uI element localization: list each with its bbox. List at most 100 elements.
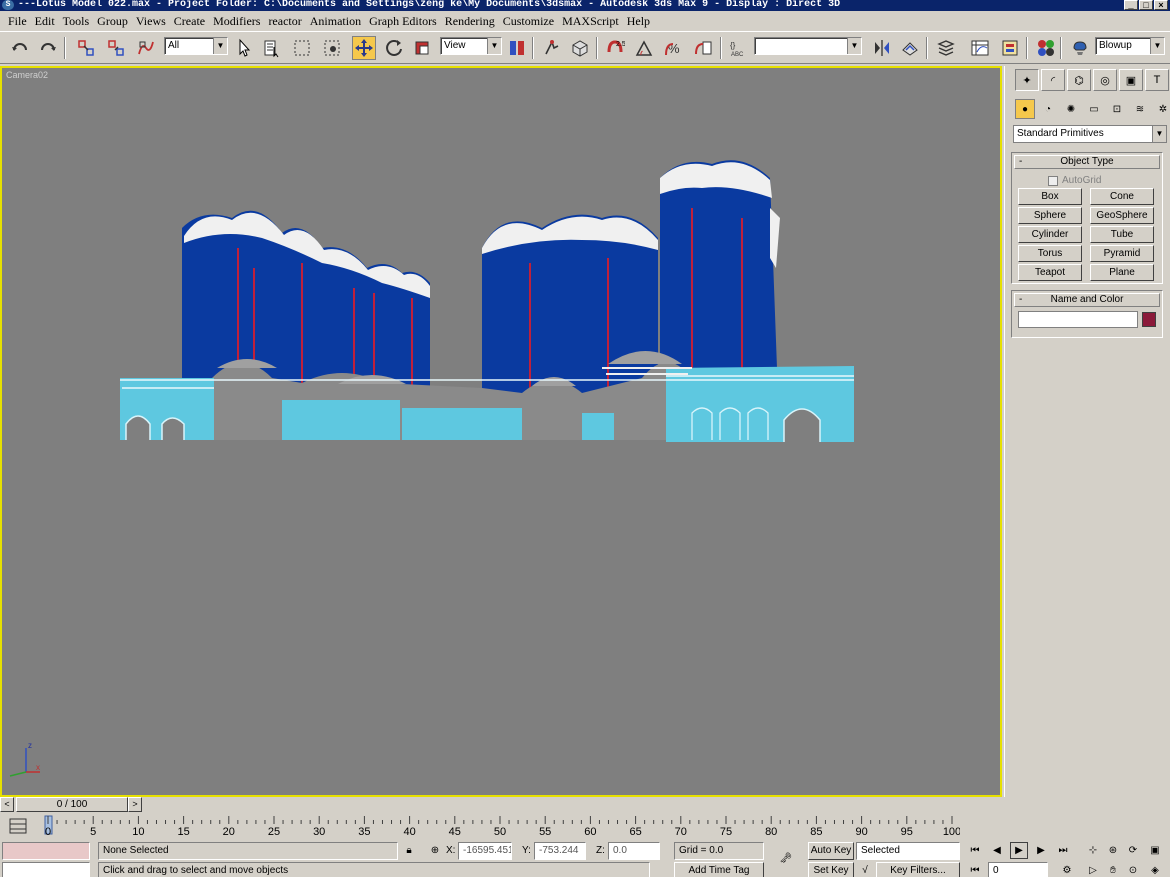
snaps-toggle-icon[interactable]: 2.5 [603, 36, 627, 60]
schematic-view-icon[interactable] [998, 36, 1022, 60]
sphere-button[interactable]: Sphere [1018, 207, 1082, 224]
named-selection-dropdown[interactable]: ▼ [754, 37, 862, 55]
orbit-camera-icon[interactable]: ⟳ [1124, 842, 1142, 859]
zoom-icon[interactable]: ⊹ [1084, 842, 1102, 859]
timeline-ruler[interactable]: 0 5 10 15 20 25 30 35 40 45 50 55 60 65 70 75 80 85 90 95 10… [44, 814, 960, 840]
plane-button[interactable]: Plane [1090, 264, 1154, 281]
menu-help[interactable]: Help [623, 12, 654, 30]
torus-button[interactable]: Torus [1018, 245, 1082, 262]
render-scene-icon[interactable] [1068, 36, 1092, 60]
keyboard-shortcut-override-icon[interactable] [568, 36, 592, 60]
autogrid-checkbox[interactable]: AutoGrid [1048, 175, 1101, 186]
field-of-view-icon[interactable]: ◈ [1146, 862, 1164, 877]
systems-icon[interactable]: ✲ [1153, 99, 1170, 119]
bind-to-space-warp-icon[interactable] [134, 36, 158, 60]
y-coordinate-input[interactable]: -753.244 [534, 842, 586, 860]
geosphere-button[interactable]: GeoSphere [1090, 207, 1154, 224]
menu-animation[interactable]: Animation [306, 12, 365, 30]
default-in-out-tangent-icon[interactable]: √ [856, 862, 874, 877]
absolute-mode-icon[interactable]: ⊕ [426, 842, 444, 859]
motion-tab-icon[interactable]: ◎ [1093, 69, 1117, 91]
app-icon[interactable]: S [2, 0, 14, 10]
render-type-dropdown[interactable]: Blowup ▼ [1095, 37, 1165, 55]
modify-tab-icon[interactable]: ◜ [1041, 69, 1065, 91]
object-name-input[interactable] [1018, 311, 1138, 328]
go-to-end-icon[interactable]: ⏭ [1054, 842, 1072, 859]
minimize-button[interactable]: _ [1124, 0, 1138, 11]
menu-reactor[interactable]: reactor [264, 12, 305, 30]
auto-key-button[interactable]: Auto Key [808, 842, 854, 860]
utilities-tab-icon[interactable]: T [1145, 69, 1169, 91]
previous-frame-icon[interactable]: ◀ [988, 842, 1006, 859]
box-button[interactable]: Box [1018, 188, 1082, 205]
object-color-swatch[interactable] [1142, 312, 1156, 327]
space-warps-icon[interactable]: ≋ [1130, 99, 1150, 119]
time-slider[interactable]: < 0 / 100 > [0, 797, 1002, 814]
set-key-icon[interactable]: 🗝︎ [772, 850, 800, 867]
dolly-camera-icon[interactable]: ▷ [1084, 862, 1102, 877]
teapot-button[interactable]: Teapot [1018, 264, 1082, 281]
select-by-name-icon[interactable] [260, 36, 284, 60]
rectangular-selection-icon[interactable] [290, 36, 314, 60]
primitive-category-dropdown[interactable]: Standard Primitives ▼ [1013, 125, 1167, 143]
unlink-selection-icon[interactable] [104, 36, 128, 60]
key-mode-toggle-icon[interactable]: ⏮ [966, 862, 984, 877]
menu-views[interactable]: Views [132, 12, 170, 30]
helpers-icon[interactable]: ⊡ [1107, 99, 1127, 119]
select-and-rotate-icon[interactable] [382, 36, 406, 60]
percent-snap-toggle-icon[interactable]: % [662, 36, 686, 60]
key-filters-button[interactable]: Key Filters... [876, 862, 960, 877]
create-tab-icon[interactable]: ✦ [1015, 69, 1039, 91]
manipulate-icon[interactable] [540, 36, 564, 60]
edit-named-selection-icon[interactable]: {} ABC [726, 36, 750, 60]
select-and-link-icon[interactable] [74, 36, 98, 60]
menu-tools[interactable]: Tools [59, 12, 94, 30]
set-key-button[interactable]: Set Key [808, 862, 854, 877]
maximize-viewport-icon[interactable]: ▣ [1146, 842, 1164, 859]
lights-icon[interactable]: ✺ [1061, 99, 1081, 119]
align-icon[interactable] [898, 36, 922, 60]
mini-curve-editor-icon[interactable] [8, 817, 30, 835]
zoom-all-icon[interactable]: ⊛ [1104, 842, 1122, 859]
menu-create[interactable]: Create [170, 12, 209, 30]
menu-edit[interactable]: Edit [31, 12, 59, 30]
menu-graph-editors[interactable]: Graph Editors [365, 12, 441, 30]
roll-camera-icon[interactable]: ⊙ [1124, 862, 1142, 877]
time-slider-next-icon[interactable]: > [128, 797, 142, 812]
maxscript-listener-input[interactable] [2, 862, 90, 877]
menu-rendering[interactable]: Rendering [441, 12, 499, 30]
object-type-header[interactable]: - Object Type [1014, 155, 1160, 169]
menu-modifiers[interactable]: Modifiers [209, 12, 264, 30]
time-slider-thumb[interactable]: 0 / 100 [16, 797, 128, 812]
camera-viewport[interactable]: Camera02 z x [0, 66, 1002, 797]
tube-button[interactable]: Tube [1090, 226, 1154, 243]
geometry-icon[interactable]: ● [1015, 99, 1035, 119]
angle-snap-toggle-icon[interactable] [632, 36, 656, 60]
maxscript-listener-mini[interactable] [2, 842, 90, 860]
play-icon[interactable]: ▶ [1010, 842, 1028, 859]
selection-filter-dropdown[interactable]: All ▼ [164, 37, 228, 55]
go-to-start-icon[interactable]: ⏮ [966, 842, 984, 859]
select-object-icon[interactable] [232, 36, 256, 60]
display-tab-icon[interactable]: ▣ [1119, 69, 1143, 91]
track-bar[interactable]: 0 5 10 15 20 25 30 35 40 45 50 55 60 65 70 75 80 85 90 95 10… [0, 814, 1002, 840]
menu-file[interactable]: File [4, 12, 31, 30]
z-coordinate-input[interactable]: 0.0 [608, 842, 660, 860]
shapes-icon[interactable]: ◔ [1038, 99, 1058, 119]
key-mode-dropdown[interactable]: Selected [856, 842, 960, 860]
menu-maxscript[interactable]: MAXScript [558, 12, 623, 30]
undo-icon[interactable] [8, 36, 32, 60]
time-slider-prev-icon[interactable]: < [0, 797, 14, 812]
close-button[interactable]: × [1154, 0, 1168, 11]
name-and-color-header[interactable]: - Name and Color [1014, 293, 1160, 307]
use-pivot-center-icon[interactable] [505, 36, 529, 60]
material-editor-icon[interactable] [1034, 36, 1058, 60]
lock-selection-icon[interactable]: 🔒︎ [400, 842, 418, 859]
maximize-button[interactable]: □ [1139, 0, 1153, 11]
menu-group[interactable]: Group [93, 12, 132, 30]
pyramid-button[interactable]: Pyramid [1090, 245, 1154, 262]
cone-button[interactable]: Cone [1090, 188, 1154, 205]
current-frame-input[interactable]: 0 [988, 862, 1048, 877]
cylinder-button[interactable]: Cylinder [1018, 226, 1082, 243]
spinner-snap-toggle-icon[interactable] [692, 36, 716, 60]
